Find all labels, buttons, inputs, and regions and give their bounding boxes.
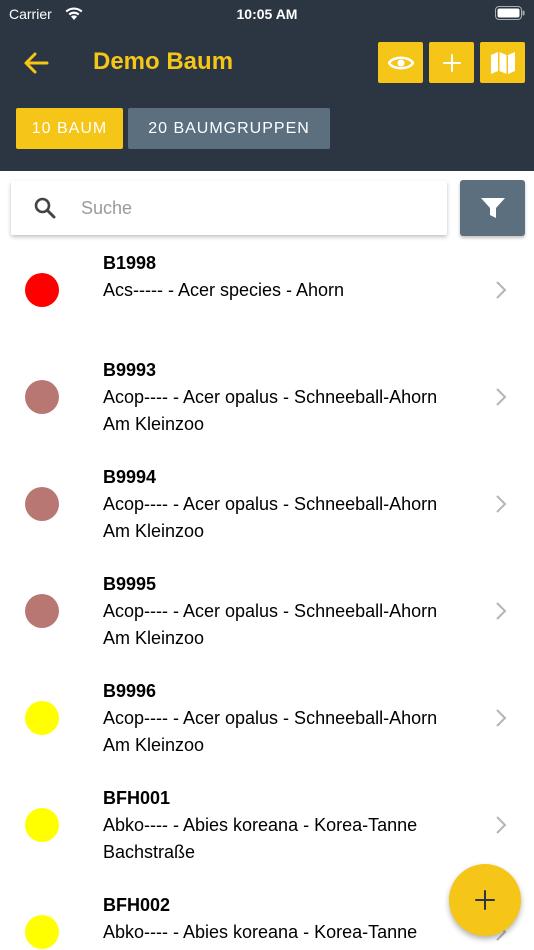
app-header: Carrier 10:05 AM Demo Baum 10 BAUM 20 BA… xyxy=(0,0,534,171)
tree-species: Acs----- - Acer species - Ahorn xyxy=(103,280,345,300)
tree-species: Abko---- - Abies koreana - Korea-Tanne xyxy=(103,922,418,942)
status-dot xyxy=(25,915,59,949)
tree-id: B9995 xyxy=(103,574,157,594)
tree-species: Acop---- - Acer opalus - Schneeball-Ahor… xyxy=(103,601,438,621)
chevron-right-icon xyxy=(496,602,507,620)
eye-icon xyxy=(387,56,414,69)
status-dot xyxy=(25,273,59,307)
map-icon xyxy=(490,51,515,74)
tree-row[interactable]: B9996 Acop---- - Acer opalus - Schneebal… xyxy=(0,668,534,775)
tree-row[interactable]: B1998 Acs----- - Acer species - Ahorn xyxy=(0,240,534,347)
tree-id: BFH001 xyxy=(103,788,171,808)
tree-species: Abko---- - Abies koreana - Korea-Tanne xyxy=(103,815,418,835)
chevron-right-icon xyxy=(496,709,507,727)
plus-icon xyxy=(442,53,461,72)
tree-location: Am Kleinzoo xyxy=(103,628,205,648)
tree-id: BFH002 xyxy=(103,895,171,915)
status-dot xyxy=(25,594,59,628)
page-title: Demo Baum xyxy=(93,48,234,75)
back-button[interactable] xyxy=(20,47,52,79)
tree-location: Am Kleinzoo xyxy=(103,521,205,541)
status-time: 10:05 AM xyxy=(236,6,298,22)
chevron-right-icon xyxy=(496,388,507,406)
arrow-left-icon xyxy=(24,52,49,74)
tree-species: Acop---- - Acer opalus - Schneeball-Ahor… xyxy=(103,387,438,407)
tab-baum[interactable]: 10 BAUM xyxy=(16,108,123,149)
tab-baumgruppen[interactable]: 20 BAUMGRUPPEN xyxy=(128,108,330,149)
plus-icon xyxy=(475,890,495,910)
chevron-right-icon xyxy=(496,281,507,299)
battery-icon xyxy=(495,6,525,20)
status-bar: Carrier 10:05 AM xyxy=(0,0,534,28)
tree-location: Am Kleinzoo xyxy=(103,735,205,755)
chevron-right-icon xyxy=(496,816,507,834)
tree-list: B1998 Acs----- - Acer species - Ahorn B9… xyxy=(0,240,534,950)
tree-species: Acop---- - Acer opalus - Schneeball-Ahor… xyxy=(103,708,438,728)
tree-location: Am Kleinzoo xyxy=(103,414,205,434)
add-button[interactable] xyxy=(429,42,474,83)
status-dot xyxy=(25,487,59,521)
tree-id: B9993 xyxy=(103,360,157,380)
tree-row[interactable]: BFH001 Abko---- - Abies koreana - Korea-… xyxy=(0,775,534,882)
add-tree-fab[interactable] xyxy=(449,864,521,936)
search-input[interactable] xyxy=(81,195,421,221)
tree-row[interactable]: B9994 Acop---- - Acer opalus - Schneebal… xyxy=(0,454,534,561)
status-dot xyxy=(25,701,59,735)
tree-id: B1998 xyxy=(103,253,157,273)
tree-row[interactable]: B9995 Acop---- - Acer opalus - Schneebal… xyxy=(0,561,534,668)
tree-row[interactable]: B9993 Acop---- - Acer opalus - Schneebal… xyxy=(0,347,534,454)
search-icon xyxy=(34,197,56,219)
search-box xyxy=(11,181,447,235)
tree-id: B9994 xyxy=(103,467,157,487)
tree-id: B9996 xyxy=(103,681,157,701)
status-dot xyxy=(25,380,59,414)
tree-location: Bachstraße xyxy=(103,842,196,862)
filter-icon xyxy=(480,198,505,218)
tree-species: Acop---- - Acer opalus - Schneeball-Ahor… xyxy=(103,494,438,514)
visibility-button[interactable] xyxy=(378,42,423,83)
chevron-right-icon xyxy=(496,495,507,513)
filter-button[interactable] xyxy=(460,180,525,236)
map-button[interactable] xyxy=(480,42,525,83)
status-dot xyxy=(25,808,59,842)
